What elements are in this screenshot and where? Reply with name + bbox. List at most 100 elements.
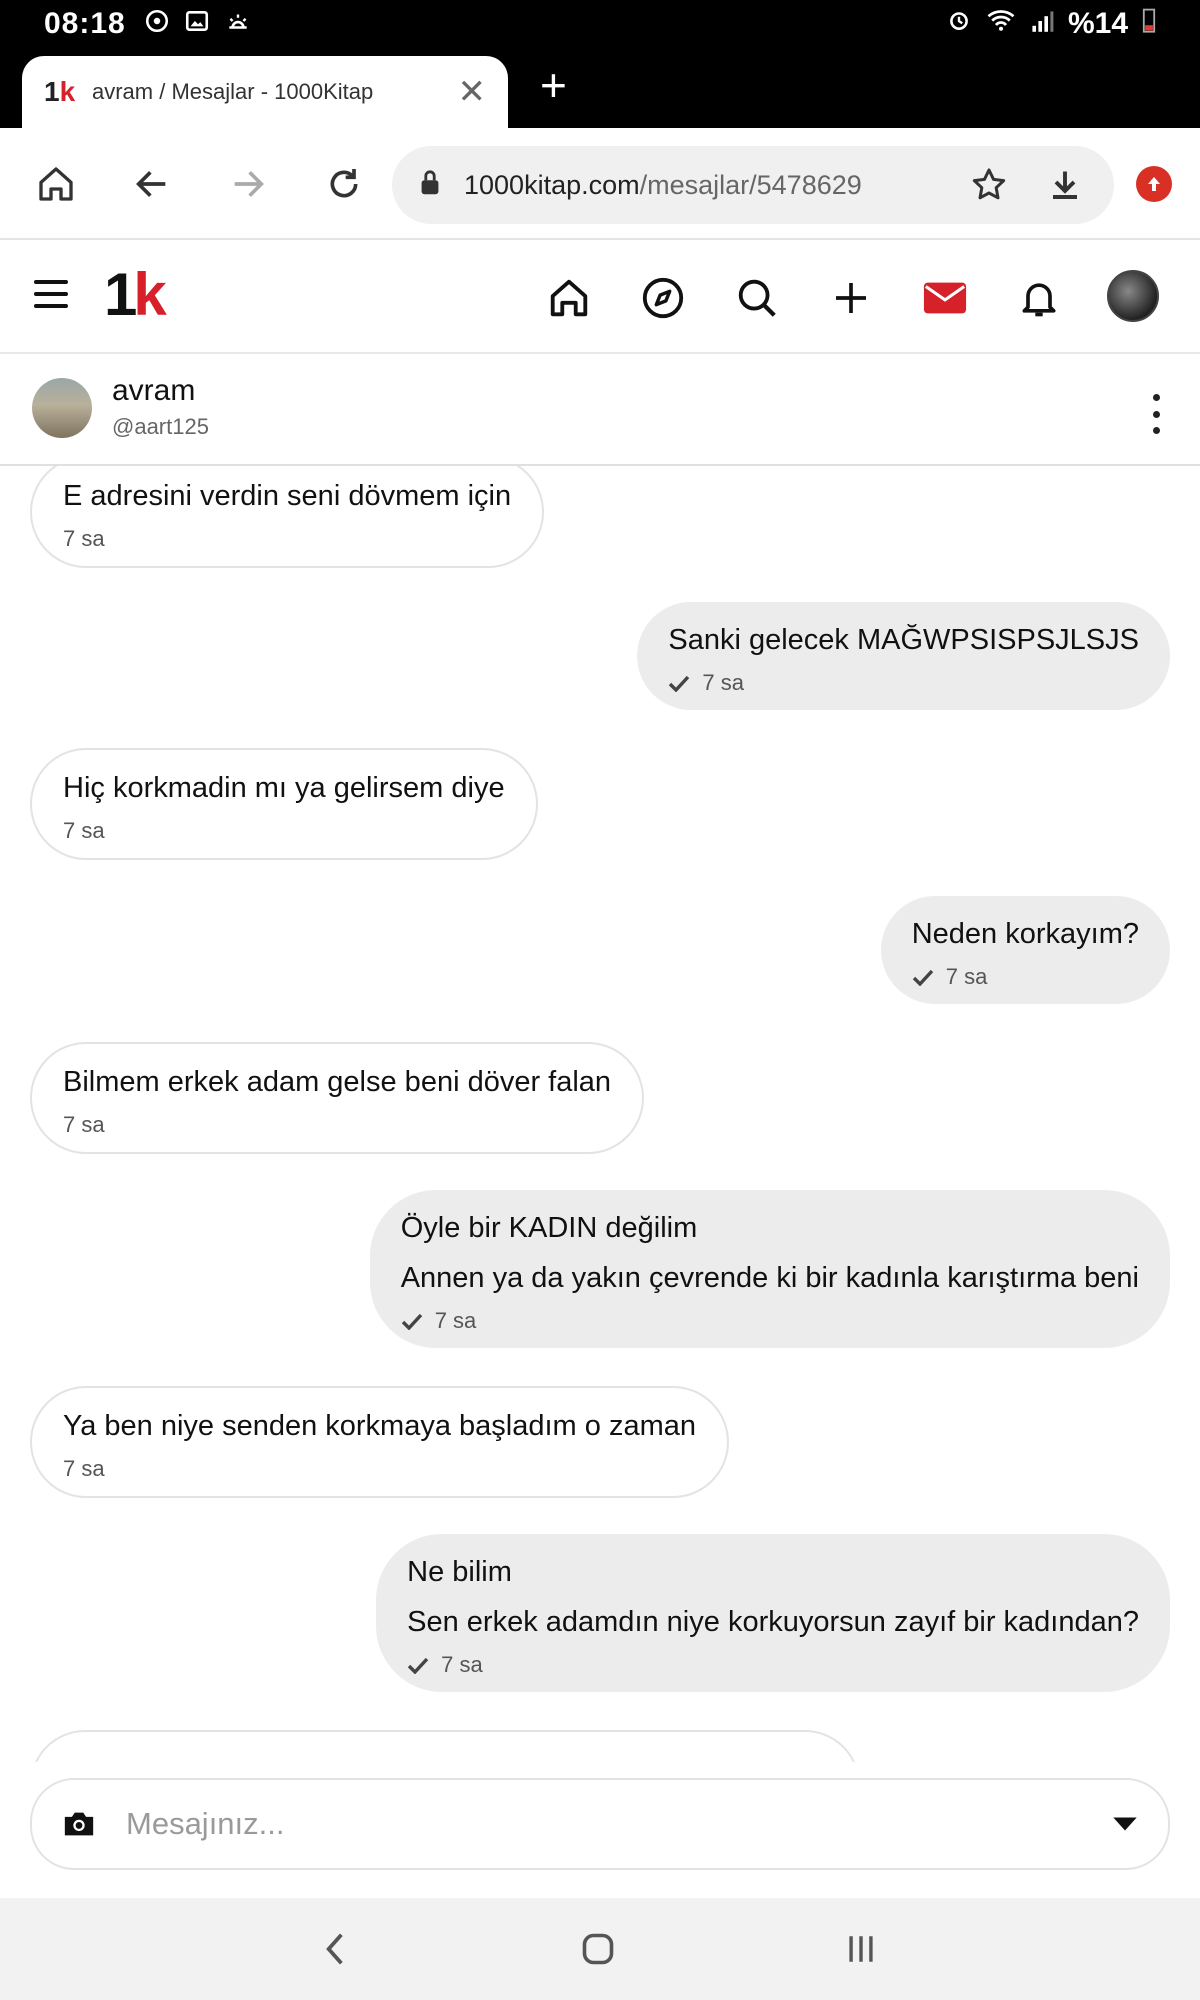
message-bubble-outgoing: Öyle bir KADIN değilim Annen ya da yakın…: [369, 1190, 1170, 1348]
message-text: E adresini verdin seni dövmem için: [63, 480, 512, 512]
status-bar: 08:18 %14: [0, 0, 1200, 48]
message-bubble-incoming: Bilmem erkek adam gelse beni döver falan…: [30, 1042, 645, 1154]
chevron-down-icon[interactable]: [1112, 1816, 1138, 1832]
message-text: Neden korkayım?: [911, 918, 1139, 950]
message-bubble-outgoing: Sanki gelecek MAĞWPSISPSJLSJS 7 sa: [637, 602, 1170, 710]
sync-icon: [144, 8, 170, 41]
contact-name[interactable]: avram: [112, 374, 195, 408]
message-time: 7 sa: [63, 526, 105, 551]
alarm-icon: [946, 7, 972, 41]
message-meta: 7 sa: [407, 1652, 1139, 1678]
message-time: 7 sa: [63, 818, 105, 843]
message-time: 7 sa: [63, 1456, 105, 1481]
message-bubble-outgoing: Ne bilim Sen erkek adamdın niye korkuyor…: [376, 1534, 1170, 1692]
home-icon[interactable]: [541, 270, 597, 326]
message-meta: 7 sa: [63, 818, 505, 844]
home-button[interactable]: [28, 156, 84, 212]
favicon-k: k: [59, 76, 76, 107]
message-text: Sanki gelecek MAĞWPSISPSJLSJS: [668, 624, 1139, 656]
check-icon: [669, 675, 690, 692]
message-text: Bilmem erkek adam gelse beni döver falan: [63, 1066, 612, 1098]
address-bar[interactable]: 1000kitap.com/mesajlar/5478629: [392, 146, 1114, 224]
more-options-icon[interactable]: [1146, 394, 1166, 434]
message-meta: 7 sa: [63, 1112, 611, 1138]
weather-icon: [224, 8, 252, 41]
nav-back-icon[interactable]: [310, 1928, 360, 1970]
message-input[interactable]: [126, 1806, 1112, 1842]
message-time: 7 sa: [63, 1112, 105, 1137]
browser-tab[interactable]: 1k avram / Mesajlar - 1000Kitap ✕: [22, 56, 508, 128]
site-header: 1k: [0, 240, 1200, 354]
wifi-icon: [986, 7, 1016, 41]
gallery-icon: [184, 8, 210, 41]
message-time: 7 sa: [441, 1652, 483, 1677]
message-meta: 7 sa: [401, 1308, 1139, 1334]
add-icon[interactable]: [823, 270, 879, 326]
download-icon[interactable]: [1042, 162, 1088, 208]
message-bubble-incoming: E adresini verdin seni dövmem için 7 sa: [30, 466, 545, 568]
reload-button[interactable]: [316, 156, 372, 212]
message-list[interactable]: E adresini verdin seni dövmem için 7 sa …: [0, 466, 1200, 1762]
nav-home-icon[interactable]: [573, 1928, 623, 1970]
arrow-left-icon: [136, 171, 166, 197]
battery-percent: %14: [1067, 7, 1128, 40]
message-meta: 7 sa: [668, 670, 1139, 696]
message-meta: 7 sa: [63, 526, 511, 552]
home-outline-icon: [39, 167, 73, 201]
url-text[interactable]: 1000kitap.com/mesajlar/5478629: [464, 170, 936, 201]
message-bubble-incoming: Ya ben niye senden korkmaya başladım o z…: [30, 1386, 729, 1498]
logo-k: k: [133, 261, 166, 328]
message-text: Annen ya da yakın çevrende ki bir kadınl…: [400, 1262, 1139, 1294]
arrow-right-icon: [234, 171, 264, 197]
tab-title: avram / Mesajlar - 1000Kitap: [92, 79, 374, 104]
status-left-icons: [144, 8, 252, 41]
message-text: Ne bilim: [407, 1556, 512, 1588]
bell-icon[interactable]: [1011, 270, 1067, 326]
camera-icon[interactable]: [62, 1809, 96, 1839]
update-arrow-icon[interactable]: [1136, 166, 1172, 202]
url-host: 1000kitap.com: [464, 169, 640, 200]
favicon-one: 1: [44, 76, 60, 107]
message-meta: 7 sa: [912, 964, 1139, 990]
mail-icon[interactable]: [917, 270, 973, 326]
message-bubble-incoming: Hiç korkmadin mı ya gelirsem diye 7 sa: [30, 748, 538, 860]
back-button[interactable]: [124, 156, 180, 212]
message-text: Sen erkek adamdın niye korkuyorsun zayıf…: [407, 1606, 1139, 1638]
logo-one: 1: [104, 261, 137, 328]
message-time: 7 sa: [945, 964, 988, 989]
explore-icon[interactable]: [635, 270, 691, 326]
lock-icon[interactable]: [418, 169, 442, 202]
message-composer: [30, 1778, 1170, 1870]
browser-tab-strip: 1k avram / Mesajlar - 1000Kitap ✕ +: [0, 48, 1200, 128]
signal-icon: [1030, 7, 1054, 41]
bookmark-star-icon[interactable]: [966, 162, 1012, 208]
contact-handle[interactable]: @aart125: [112, 414, 209, 440]
message-text: Öyle bir KADIN değilim: [400, 1212, 698, 1244]
message-text: Hiç korkmadin mı ya gelirsem diye: [63, 772, 505, 804]
user-avatar[interactable]: [1107, 270, 1159, 322]
chat-header: avram @aart125: [0, 356, 1200, 466]
search-icon[interactable]: [729, 270, 785, 326]
battery-icon: [1142, 7, 1156, 41]
tab-favicon: 1k: [44, 76, 78, 108]
status-time: 08:18: [44, 7, 126, 40]
close-tab-icon[interactable]: ✕: [458, 72, 487, 112]
status-right: %14: [946, 7, 1156, 41]
message-meta: 7 sa: [63, 1456, 696, 1482]
nav-recents-icon[interactable]: [836, 1928, 886, 1970]
check-icon: [407, 1657, 429, 1674]
site-logo[interactable]: 1k: [104, 260, 167, 329]
reload-icon: [330, 169, 358, 198]
menu-icon[interactable]: [34, 280, 68, 308]
check-icon: [401, 1313, 422, 1330]
message-text: Ya ben niye senden korkmaya başladım o z…: [63, 1410, 696, 1442]
message-time: 7 sa: [702, 670, 744, 695]
message-bubble-incoming-partial: [30, 1730, 860, 1762]
forward-button[interactable]: [220, 156, 276, 212]
message-time: 7 sa: [434, 1308, 477, 1333]
check-icon: [912, 969, 933, 986]
contact-avatar[interactable]: [32, 378, 92, 438]
message-bubble-outgoing: Neden korkayım? 7 sa: [880, 896, 1170, 1004]
system-nav-bar: [0, 1898, 1200, 2000]
new-tab-button[interactable]: +: [540, 62, 567, 108]
